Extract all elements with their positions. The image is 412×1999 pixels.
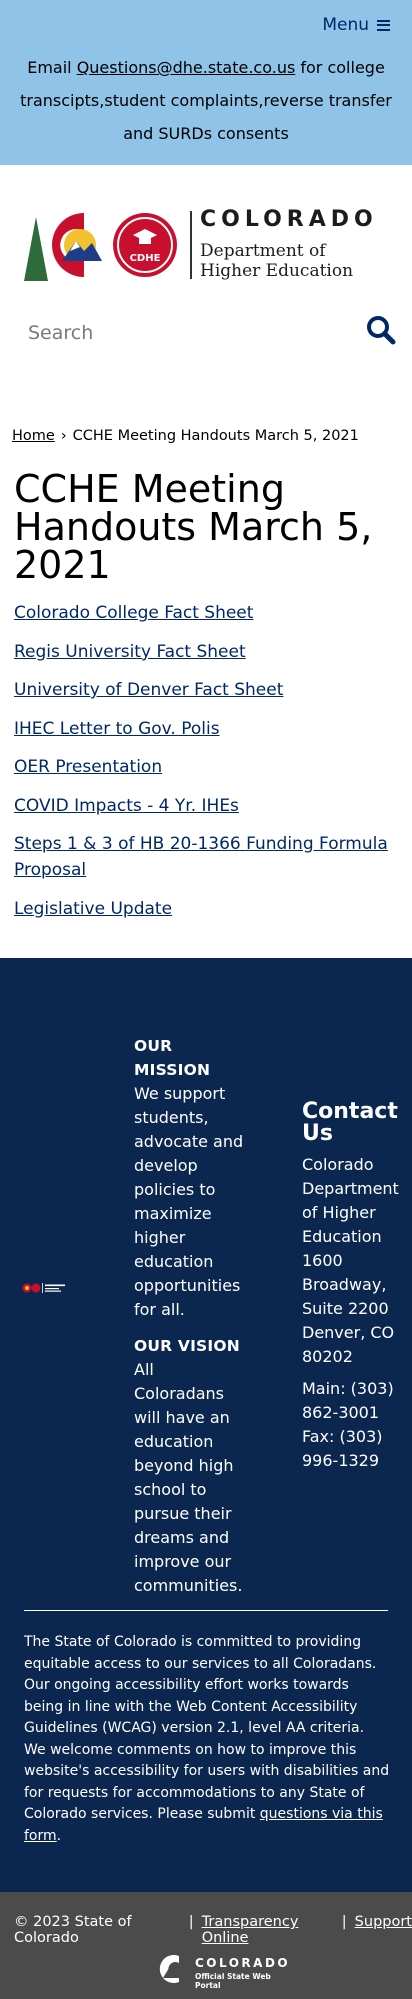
contact-address: Colorado Department of Higher Education … [302, 1155, 399, 1366]
link-funding-formula[interactable]: Steps 1 & 3 of HB 20-1366 Funding Formul… [14, 834, 388, 880]
mission-block: OUR MISSION We support students, advocat… [134, 1034, 244, 1322]
logo-department: Department of Higher Education [200, 241, 353, 281]
banner-prefix: Email [27, 58, 77, 77]
vision-block: OUR VISION All Coloradans will have an e… [134, 1334, 244, 1598]
list-item: Steps 1 & 3 of HB 20-1366 Funding Formul… [14, 831, 394, 883]
support-link[interactable]: Support [355, 1914, 412, 1946]
link-legislative-update[interactable]: Legislative Update [14, 899, 172, 919]
page-title: CCHE Meeting Handouts March 5, 2021 [14, 467, 373, 587]
alert-banner: Menu Email Questions@dhe.state.co.us for… [0, 0, 412, 165]
footer-divider [24, 1610, 388, 1611]
menu-label: Menu [322, 15, 369, 35]
breadcrumb-home[interactable]: Home [12, 428, 55, 444]
contact-fax: Fax: (303) 996-1329 [302, 1427, 383, 1470]
contact-main-phone: Main: (303) 862-3001 [302, 1379, 394, 1422]
logo-department-line: Department of [200, 241, 326, 261]
logo-badge-text: CDHE [130, 253, 161, 264]
footer-cdhe-logo-icon[interactable] [22, 1282, 70, 1294]
mission-heading: OUR MISSION [134, 1037, 211, 1079]
state-portal-logo[interactable]: COLORADO Official State Web Portal [153, 1954, 293, 1990]
link-ihec-letter[interactable]: IHEC Letter to Gov. Polis [14, 719, 220, 739]
vision-heading: OUR VISION [134, 1337, 240, 1355]
list-item: COVID Impacts - 4 Yr. IHEs [14, 793, 394, 819]
link-covid[interactable]: COVID Impacts - 4 Yr. IHEs [14, 796, 239, 816]
list-item: Regis University Fact Sheet [14, 639, 394, 665]
cdhe-logo[interactable]: CDHE COLORADO Department of Higher Educa… [22, 205, 392, 285]
search-icon[interactable] [366, 315, 396, 345]
search-input[interactable] [26, 313, 350, 353]
banner-message: Email Questions@dhe.state.co.us for coll… [14, 51, 398, 150]
link-regis[interactable]: Regis University Fact Sheet [14, 642, 246, 662]
bottom-separator: | [341, 1914, 347, 1930]
logo-divider [190, 211, 192, 279]
menu-button[interactable]: Menu [322, 15, 390, 35]
bottom-separator: | [188, 1914, 194, 1930]
state-logo-subtitle: Official State Web Portal [195, 1972, 271, 1990]
list-item: University of Denver Fact Sheet [14, 677, 394, 703]
contact-block: Contact Us Colorado Department of Higher… [302, 1101, 406, 1481]
link-colorado-college[interactable]: Colorado College Fact Sheet [14, 603, 253, 623]
list-item: Legislative Update [14, 896, 394, 922]
list-item: IHEC Letter to Gov. Polis [14, 716, 394, 742]
logo-higher-ed-line: Higher Education [200, 261, 354, 281]
breadcrumb: Home › CCHE Meeting Handouts March 5, 20… [12, 428, 359, 444]
list-item: OER Presentation [14, 754, 394, 780]
copyright: © 2023 State of Colorado [14, 1914, 132, 1946]
state-logo-colorado: COLORADO [195, 1956, 291, 1970]
search-bar [26, 313, 396, 353]
hamburger-icon [377, 19, 390, 31]
accessibility-statement: The State of Colorado is committed to pr… [24, 1632, 390, 1847]
contact-heading: Contact Us [302, 1099, 398, 1146]
breadcrumb-separator: › [60, 428, 67, 444]
handout-links: Colorado College Fact Sheet Regis Univer… [14, 600, 394, 934]
transparency-link[interactable]: Transparency Online [202, 1914, 334, 1946]
colorado-c-logo-icon: CDHE [24, 213, 177, 281]
bottom-links: © 2023 State of Colorado | Transparency … [14, 1914, 412, 1946]
vision-text: All Coloradans will have an education be… [134, 1360, 243, 1595]
colorado-c-logo-icon [159, 1955, 183, 1983]
list-item: Colorado College Fact Sheet [14, 600, 394, 626]
link-denver[interactable]: University of Denver Fact Sheet [14, 680, 283, 700]
site-footer: OUR MISSION We support students, advocat… [0, 958, 412, 1892]
accessibility-text: The State of Colorado is committed to pr… [24, 1634, 390, 1822]
breadcrumb-current: CCHE Meeting Handouts March 5, 2021 [72, 428, 359, 444]
mission-text: We support students, advocate and develo… [134, 1084, 244, 1319]
banner-email-link[interactable]: Questions@dhe.state.co.us [77, 58, 296, 77]
link-oer[interactable]: OER Presentation [14, 757, 162, 777]
accessibility-end: . [56, 1827, 62, 1844]
bottom-bar: © 2023 State of Colorado | Transparency … [0, 1892, 412, 1999]
logo-colorado: COLORADO [200, 207, 378, 232]
